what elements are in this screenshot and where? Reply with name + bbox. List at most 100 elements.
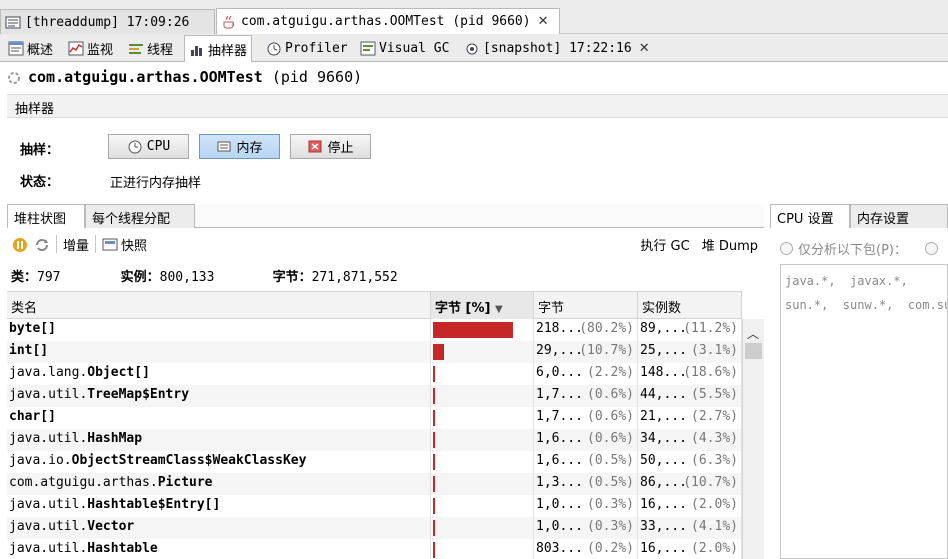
tab-profiler[interactable]: Profiler: [262, 35, 352, 61]
cpu-sample-button[interactable]: CPU: [108, 134, 189, 159]
column-header-instances[interactable]: 实例数: [638, 292, 742, 319]
delta-button[interactable]: 增量: [63, 235, 89, 254]
class-simple-name: ObjectStreamClass$WeakClassKey: [71, 453, 307, 468]
instances-cell: 44,... (5.5%): [638, 385, 742, 407]
bytes-percent-bar: [433, 498, 435, 514]
table-row[interactable]: byte[] 218... (80.2%) 89,... (11.2%): [7, 319, 742, 341]
tab-label: 概述: [27, 42, 54, 58]
instances-percent-text: (2.0%): [691, 497, 738, 512]
column-header-bytes[interactable]: 字节: [534, 292, 638, 319]
tab-snapshot[interactable]: [snapshot] 17:22:16 ✕: [460, 35, 654, 61]
bytes-percent-cell: [431, 495, 534, 517]
bytes-percent-cell: [431, 341, 534, 363]
doc-tab-threaddump[interactable]: [threaddump] 17:09:26: [0, 9, 215, 34]
instances-value: 25,...: [640, 343, 687, 358]
tab-threads[interactable]: 线程: [124, 35, 177, 61]
refresh-icon[interactable]: [34, 237, 50, 252]
bytes-percent-text: (0.2%): [587, 541, 634, 556]
snapshot-icon: [464, 41, 480, 56]
close-icon[interactable]: ✕: [639, 41, 650, 56]
table-header: 类名 字节 [%] ▼ 字节 实例数: [7, 291, 742, 319]
column-header-class-name[interactable]: 类名: [7, 292, 431, 319]
instances-value: 89,...: [640, 321, 687, 336]
tab-memory-settings[interactable]: 内存设置: [850, 204, 948, 228]
table-row[interactable]: java.util.Hashtable 803... (0.2%) 16,... (2.…: [7, 539, 742, 559]
instances-percent-text: (2.7%): [691, 409, 738, 424]
table-row[interactable]: java.lang.Object[] 6,0... (2.2%) 148... (18.…: [7, 363, 742, 385]
tab-label: Profiler: [285, 40, 348, 56]
table-row[interactable]: char[] 1,7... (0.6%) 21,... (2.7%): [7, 407, 742, 429]
bytes-percent-text: (0.5%): [587, 453, 634, 468]
sample-label: 抽样：: [20, 143, 60, 158]
bytes-label: 字节：: [272, 270, 312, 285]
bytes-percent-cell: [431, 363, 534, 385]
close-icon[interactable]: ✕: [538, 14, 549, 29]
bytes-percent-cell: [431, 539, 534, 559]
instances-percent-text: (6.3%): [691, 453, 738, 468]
table-row[interactable]: com.atguigu.arthas.Picture 1,3... (0.5%) 86…: [7, 473, 742, 495]
table-row[interactable]: java.util.Vector 1,0... (0.3%) 33,... (4.1%): [7, 517, 742, 539]
class-simple-name: Hashtable$Entry[]: [87, 497, 221, 512]
bytes-value: 271,871,552: [311, 270, 398, 285]
doc-tab-oomtest[interactable]: com.atguigu.arthas.OOMTest (pid 9660) ✕: [216, 8, 560, 34]
column-header-bytes-percent[interactable]: 字节 [%] ▼: [431, 292, 534, 319]
java-app-icon: [221, 14, 237, 29]
monitor-icon: [68, 41, 84, 56]
tab-overview[interactable]: 概述: [4, 35, 57, 61]
bytes-value: 218...: [536, 321, 583, 336]
histogram-toolbar: 增量 快照 执行 GC 堆 Dump: [7, 232, 764, 256]
class-simple-name: byte[]: [9, 321, 56, 336]
bytes-percent-cell: [431, 517, 534, 539]
tab-cpu-settings[interactable]: CPU 设置: [770, 204, 850, 228]
class-package: java.util.: [9, 387, 88, 402]
class-name-cell: byte[]: [7, 319, 431, 341]
class-package: java.lang.: [9, 365, 88, 380]
stop-sample-button[interactable]: 停止: [290, 134, 371, 159]
snapshot-button[interactable]: 快照: [121, 235, 147, 254]
class-package: com.atguigu.arthas.: [9, 475, 158, 490]
table-row[interactable]: java.io.ObjectStreamClass$WeakClassKey 1,…: [7, 451, 742, 473]
radio-label: 仅分析以下包(P)：: [798, 243, 907, 258]
bytes-value: 1,6...: [536, 453, 583, 468]
instances-value: 21,...: [640, 409, 687, 424]
instances-value: 34,...: [640, 431, 687, 446]
table-row[interactable]: java.util.TreeMap$Entry 1,7... (0.6%) 44,..…: [7, 385, 742, 407]
scrollbar-thumb[interactable]: [745, 343, 762, 359]
class-name-cell: java.util.TreeMap$Entry: [7, 385, 431, 407]
tab-monitor[interactable]: 监视: [64, 35, 117, 61]
tab-heap-histogram[interactable]: 堆柱状图: [7, 204, 85, 228]
class-package: java.util.: [9, 519, 88, 534]
scroll-up-icon[interactable]: ︿: [747, 325, 759, 342]
table-row[interactable]: java.util.Hashtable$Entry[] 1,0... (0.3%) 1…: [7, 495, 742, 517]
memory-icon: [216, 139, 232, 154]
class-name-cell: java.util.Vector: [7, 517, 431, 539]
package-filter-textarea[interactable]: java.*, javax.*, sun.*, sunw.*, com.sun: [780, 264, 948, 559]
tab-sampler[interactable]: 抽样器: [184, 35, 253, 62]
pause-icon[interactable]: [12, 237, 28, 252]
table-row[interactable]: java.util.HashMap 1,6... (0.6%) 34,... (4.3%…: [7, 429, 742, 451]
memory-sample-button[interactable]: 内存: [199, 134, 280, 159]
bytes-cell: 1,3... (0.5%): [534, 473, 638, 495]
class-name-cell: java.io.ObjectStreamClass$WeakClassKey: [7, 451, 431, 473]
bytes-cell: 1,6... (0.5%): [534, 451, 638, 473]
heap-dump-button[interactable]: 堆 Dump: [702, 235, 758, 254]
radio-button[interactable]: [780, 242, 793, 255]
document-tab-bar: [threaddump] 17:09:26 com.atguigu.arthas…: [0, 0, 948, 34]
doc-tab-label: com.atguigu.arthas.OOMTest (pid 9660): [241, 14, 531, 29]
table-row[interactable]: int[] 29,... (10.7%) 25,... (3.1%): [7, 341, 742, 363]
class-simple-name: Hashtable: [87, 541, 158, 556]
bytes-percent-text: (80.2%): [579, 321, 634, 336]
vertical-scrollbar[interactable]: ︿: [742, 319, 764, 559]
stop-icon: [307, 139, 323, 154]
instances-cell: 25,... (3.1%): [638, 341, 742, 363]
perform-gc-button[interactable]: 执行 GC: [640, 235, 689, 254]
profiler-icon: [266, 41, 282, 56]
bytes-percent-text: (0.5%): [587, 475, 634, 490]
instances-cell: 89,... (11.2%): [638, 319, 742, 341]
status-value: 正进行内存抽样: [110, 176, 202, 191]
app-title-row: com.atguigu.arthas.OOMTest (pid 9660): [6, 68, 362, 86]
profile-packages-option[interactable]: 仅分析以下包(P)：: [780, 239, 938, 258]
radio-button[interactable]: [924, 242, 938, 255]
tab-visual-gc[interactable]: Visual GC: [356, 35, 453, 61]
tab-per-thread-allocation[interactable]: 每个线程分配: [85, 204, 195, 228]
